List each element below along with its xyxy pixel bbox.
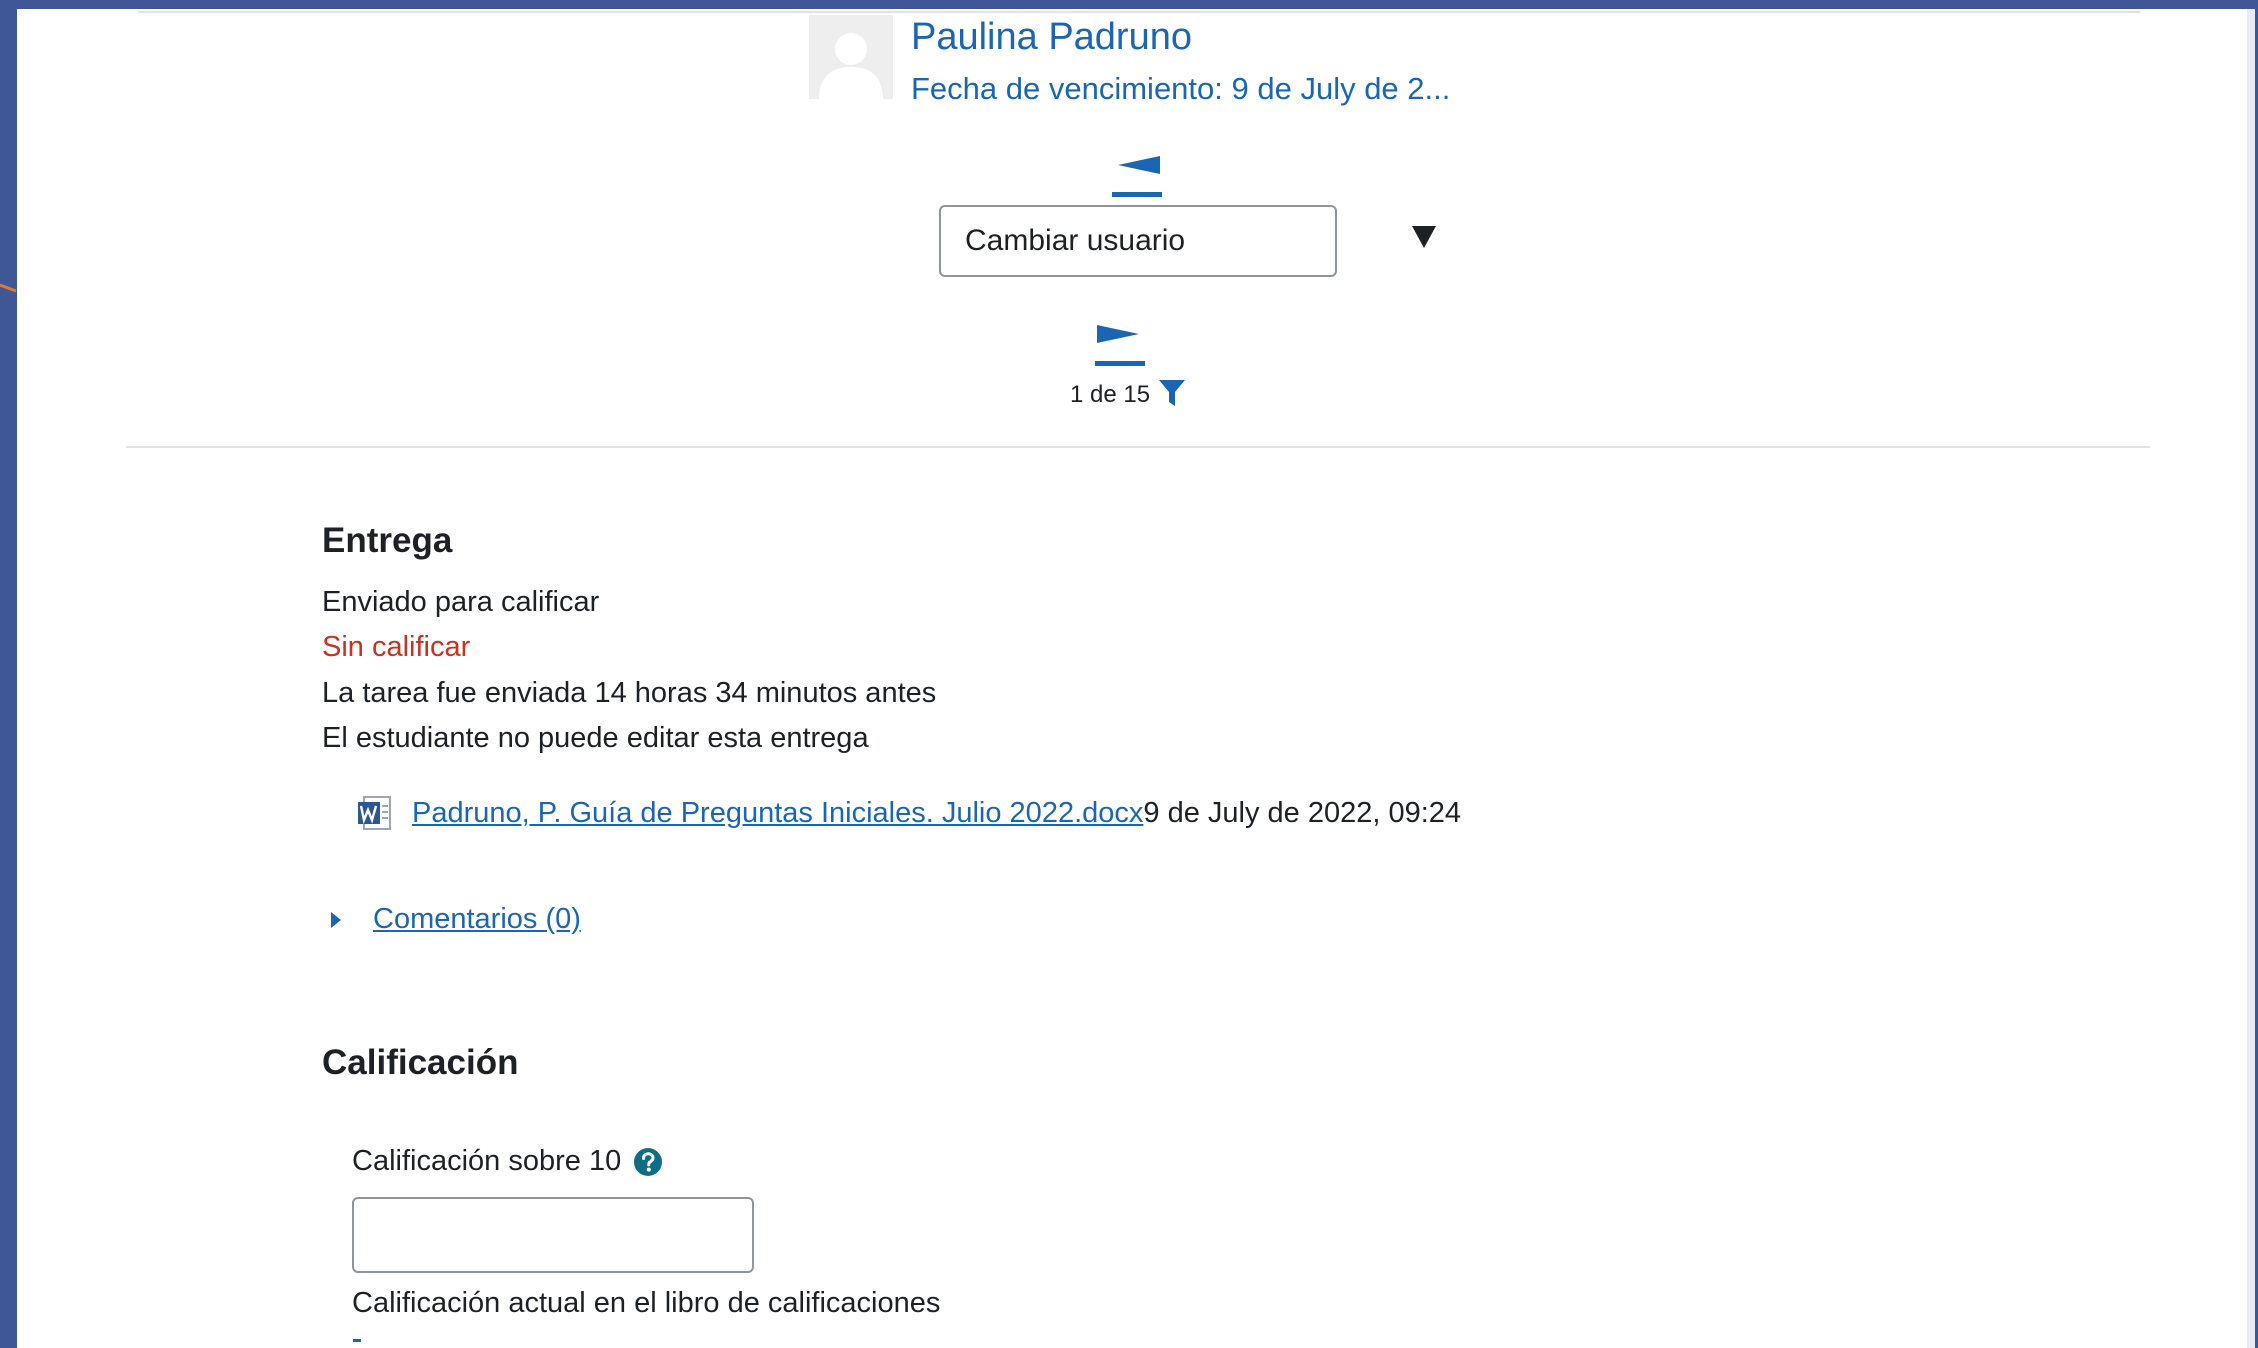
change-user-select-value: Cambiar usuario bbox=[965, 224, 1186, 257]
caret-right-icon bbox=[331, 911, 341, 928]
section-divider bbox=[126, 446, 2150, 448]
scrollbar-track[interactable] bbox=[2247, 9, 2255, 1348]
top-divider bbox=[138, 11, 2140, 13]
submission-title: Entrega bbox=[322, 521, 453, 560]
user-counter: 1 de 15 bbox=[1070, 381, 1151, 408]
user-name-link[interactable]: Paulina Padruno bbox=[911, 16, 1192, 59]
current-grade-label: Calificación actual en el libro de calif… bbox=[352, 1287, 941, 1319]
change-user-select[interactable]: Cambiar usuario bbox=[939, 205, 1337, 277]
submission-status: Enviado para calificar bbox=[322, 586, 600, 618]
comments-toggle[interactable]: Comentarios (0) bbox=[329, 903, 581, 936]
grade-label: Calificación sobre 10 bbox=[352, 1145, 622, 1177]
orange-pointer-mark bbox=[0, 283, 17, 293]
comments-link[interactable]: Comentarios (0) bbox=[373, 903, 581, 936]
grade-title: Calificación bbox=[322, 1043, 519, 1082]
filter-icon[interactable] bbox=[1158, 378, 1186, 408]
word-document-icon bbox=[358, 796, 391, 830]
edit-status: El estudiante no puede editar esta entre… bbox=[322, 722, 869, 754]
submission-time: La tarea fue enviada 14 horas 34 minutos… bbox=[322, 677, 937, 709]
avatar bbox=[809, 15, 893, 99]
grading-status: Sin calificar bbox=[322, 631, 471, 663]
next-user-icon[interactable] bbox=[1095, 323, 1151, 369]
submitted-file-link[interactable]: Padruno, P. Guía de Preguntas Iniciales.… bbox=[412, 797, 1143, 830]
user-silhouette-icon bbox=[809, 15, 893, 99]
submitted-file-date: 9 de July de 2022, 09:24 bbox=[1143, 796, 1462, 829]
current-grade-value-mark bbox=[353, 1339, 361, 1342]
caret-down-icon[interactable] bbox=[1410, 224, 1438, 250]
previous-user-icon[interactable] bbox=[1112, 154, 1168, 200]
grade-input[interactable] bbox=[352, 1197, 754, 1273]
help-icon[interactable] bbox=[633, 1147, 663, 1177]
grade-label-row: Calificación sobre 10 bbox=[352, 1145, 663, 1178]
submitted-file-row: Padruno, P. Guía de Preguntas Iniciales.… bbox=[356, 793, 1461, 833]
due-date-link[interactable]: Fecha de vencimiento: 9 de July de 2... bbox=[911, 71, 1450, 107]
grader-panel: Paulina Padruno Fecha de vencimiento: 9 … bbox=[17, 9, 2255, 1348]
